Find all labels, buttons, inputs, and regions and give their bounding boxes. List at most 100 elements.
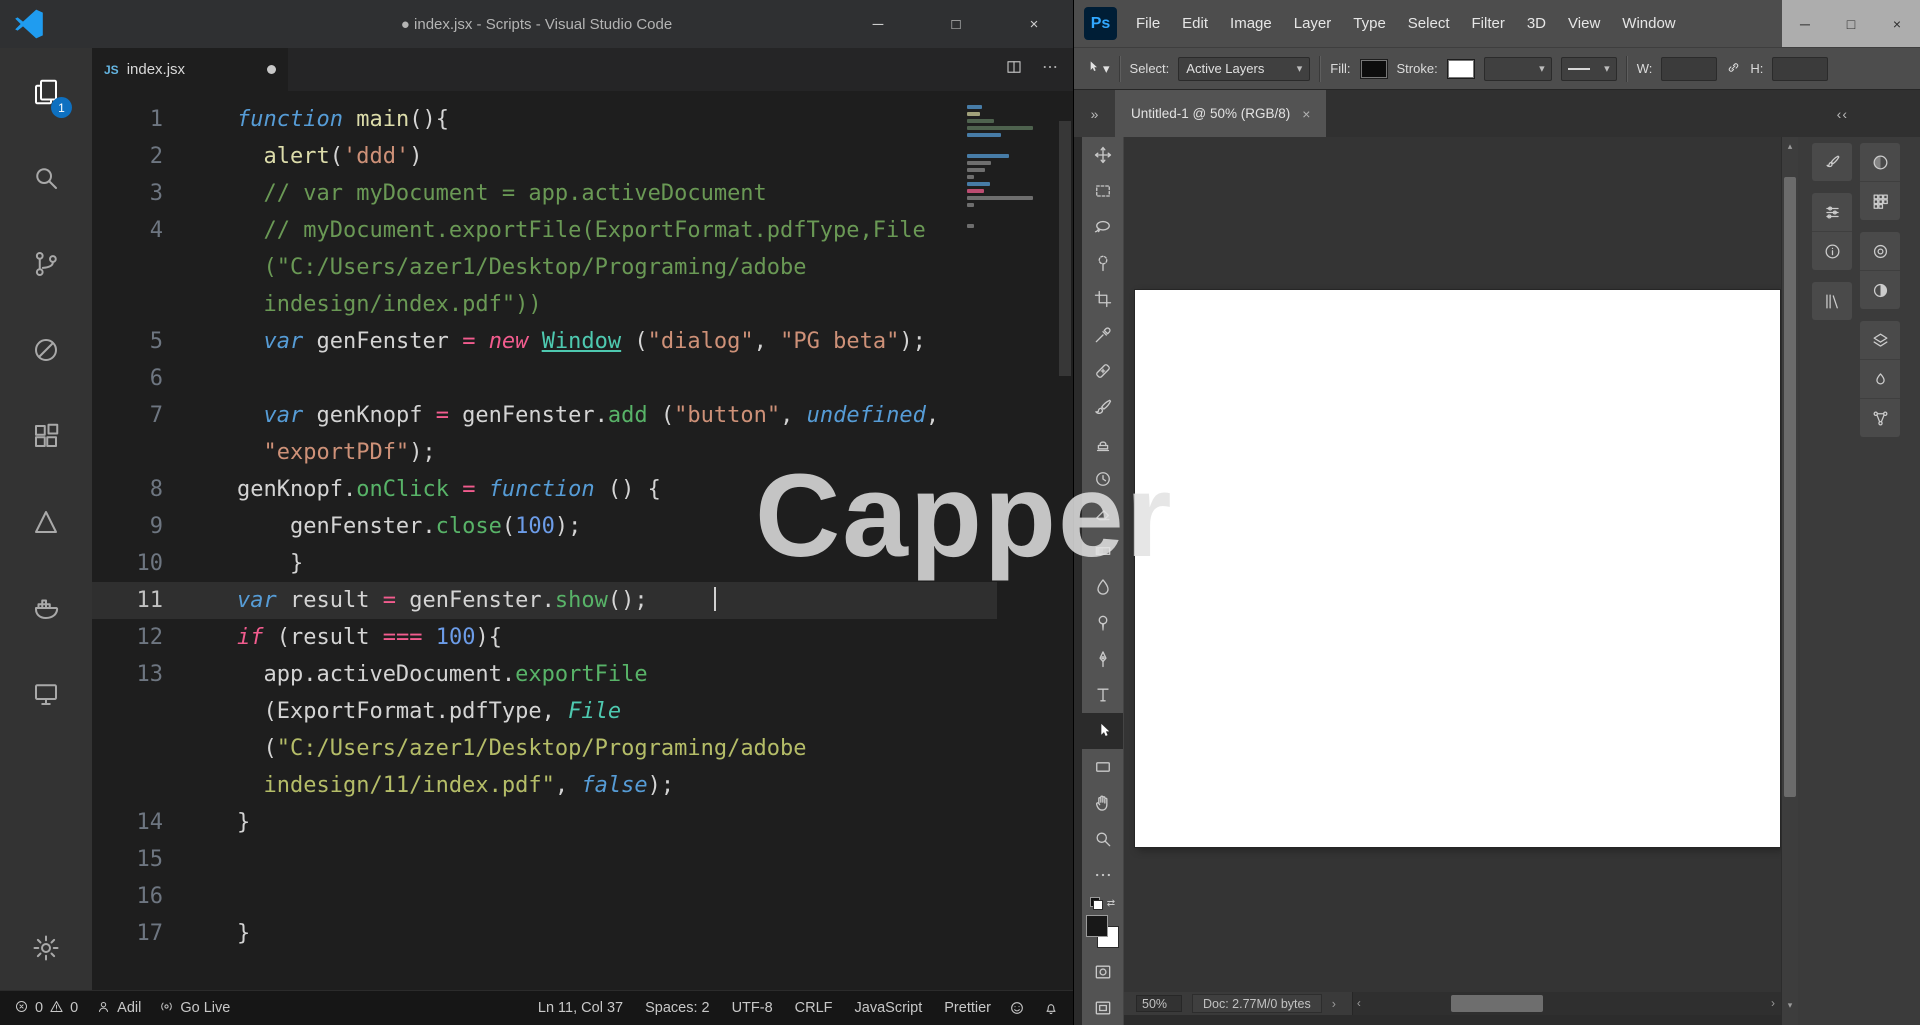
scroll-down-icon[interactable]: ▾ — [1782, 1000, 1798, 1011]
zoom-level-field[interactable]: 50% — [1136, 995, 1182, 1012]
code-line-14[interactable]: 14} — [92, 804, 997, 841]
status-javascript[interactable]: JavaScript — [855, 1000, 923, 1016]
panel-color-icon[interactable] — [1860, 143, 1900, 182]
settings-gear-icon[interactable] — [22, 924, 70, 972]
tool-spot-healing-icon[interactable] — [1082, 353, 1123, 389]
ps-minimize-button[interactable]: ─ — [1782, 0, 1828, 47]
screen-mode-icon[interactable] — [1082, 990, 1123, 1025]
tool-edit-toolbar-icon[interactable] — [1082, 857, 1123, 893]
panel-info-icon[interactable] — [1812, 232, 1852, 270]
tool-type-icon[interactable] — [1082, 677, 1123, 713]
menu-3d[interactable]: 3D — [1516, 15, 1557, 32]
problems-indicator[interactable]: 0 0 — [14, 999, 78, 1018]
activity-search-icon[interactable] — [22, 154, 70, 202]
close-document-icon[interactable]: × — [1302, 106, 1310, 122]
code-line-8[interactable]: 8genKnopf.onClick = function () { — [92, 471, 997, 508]
activity-azure-icon[interactable] — [22, 498, 70, 546]
code-line-6[interactable]: 6 — [92, 360, 997, 397]
activity-remote-explorer-icon[interactable] — [22, 670, 70, 718]
menu-type[interactable]: Type — [1342, 15, 1397, 32]
tool-quick-selection-icon[interactable] — [1082, 245, 1123, 281]
menu-file[interactable]: File — [1125, 15, 1171, 32]
code-line-9[interactable]: 9genFenster.close(100); — [92, 508, 997, 545]
tool-path-selection-icon[interactable] — [1082, 713, 1123, 749]
tool-marquee-icon[interactable] — [1082, 173, 1123, 209]
menu-view[interactable]: View — [1557, 15, 1611, 32]
document-tab[interactable]: Untitled-1 @ 50% (RGB/8) × — [1115, 90, 1326, 137]
tool-clone-stamp-icon[interactable] — [1082, 425, 1123, 461]
code-line-16[interactable]: 16 — [92, 878, 997, 915]
code-line-10[interactable]: 10} — [92, 545, 997, 582]
tool-history-brush-icon[interactable] — [1082, 461, 1123, 497]
notifications-bell-icon[interactable] — [1043, 1000, 1059, 1016]
status-crlf[interactable]: CRLF — [795, 1000, 833, 1016]
menu-image[interactable]: Image — [1219, 15, 1283, 32]
tool-eyedropper-icon[interactable] — [1082, 317, 1123, 353]
panel-paths-icon[interactable] — [1860, 399, 1900, 437]
code-line-5[interactable]: 5var genFenster = new Window ("dialog", … — [92, 323, 997, 360]
activity-docker-icon[interactable] — [22, 584, 70, 632]
canvas-area[interactable]: 50% Doc: 2.77M/0 bytes › ‹ › — [1124, 137, 1781, 1025]
scroll-left-icon[interactable]: ‹ — [1357, 996, 1361, 1010]
tool-dodge-icon[interactable] — [1082, 605, 1123, 641]
code-line-3[interactable]: 3// var myDocument = app.activeDocument — [92, 175, 997, 212]
tool-gradient-icon[interactable] — [1082, 533, 1123, 569]
activity-explorer-icon[interactable]: 1 — [22, 68, 70, 116]
tool-brush-icon[interactable] — [1082, 389, 1123, 425]
menu-layer[interactable]: Layer — [1283, 15, 1343, 32]
fill-color-swatch[interactable] — [1360, 59, 1388, 79]
activity-source-control-icon[interactable] — [22, 240, 70, 288]
tool-hand-icon[interactable] — [1082, 785, 1123, 821]
panel-libraries-icon[interactable] — [1812, 282, 1852, 320]
panel-brush-settings-icon[interactable] — [1812, 143, 1852, 181]
status-utf-8[interactable]: UTF-8 — [732, 1000, 773, 1016]
tool-lasso-icon[interactable] — [1082, 209, 1123, 245]
minimize-button[interactable]: ─ — [839, 0, 917, 48]
menu-select[interactable]: Select — [1397, 15, 1461, 32]
default-colors-icon[interactable] — [1090, 897, 1103, 910]
panel-learn-icon[interactable] — [1860, 232, 1900, 271]
status-prettier[interactable]: Prettier — [944, 1000, 991, 1016]
tool-zoom-icon[interactable] — [1082, 821, 1123, 857]
horizontal-scroll-thumb[interactable] — [1451, 995, 1543, 1012]
select-mode-dropdown[interactable]: Active Layers ▾ — [1178, 57, 1310, 81]
menu-edit[interactable]: Edit — [1171, 15, 1219, 32]
tool-move-icon[interactable] — [1082, 137, 1123, 173]
panel-adjustments-icon[interactable] — [1860, 271, 1900, 309]
tool-pen-icon[interactable] — [1082, 641, 1123, 677]
code-line-17[interactable]: 17} — [92, 915, 997, 952]
code-line-1[interactable]: 1function main(){ — [92, 101, 997, 138]
code-line-15[interactable]: 15 — [92, 841, 997, 878]
go-live-button[interactable]: Go Live — [159, 999, 230, 1018]
ps-close-button[interactable]: × — [1874, 0, 1920, 47]
tool-crop-icon[interactable] — [1082, 281, 1123, 317]
link-dimensions-icon[interactable] — [1726, 60, 1741, 78]
menu-window[interactable]: Window — [1611, 15, 1686, 32]
scroll-up-icon[interactable]: ▴ — [1782, 141, 1798, 152]
code-line-11[interactable]: 11var result = genFenster.show(); — [92, 582, 997, 619]
width-input[interactable] — [1661, 57, 1717, 81]
code-editor[interactable]: 1function main(){2alert('ddd')3// var my… — [92, 91, 1073, 990]
stroke-width-dropdown[interactable]: ▾ — [1484, 57, 1552, 81]
tab-index-jsx[interactable]: JS index.jsx — [92, 48, 288, 91]
panel-swatches-icon[interactable] — [1860, 182, 1900, 220]
expand-toolbar-icon[interactable]: » — [1074, 90, 1115, 137]
document-canvas[interactable] — [1135, 290, 1780, 847]
stroke-style-dropdown[interactable]: ▾ — [1561, 57, 1617, 81]
quick-mask-icon[interactable] — [1082, 954, 1123, 990]
modified-dot-icon[interactable] — [267, 65, 276, 74]
activity-extensions-icon[interactable] — [22, 412, 70, 460]
status-ln[interactable]: Ln 11, Col 37 — [538, 1000, 623, 1016]
code-line-7[interactable]: 7var genKnopf = genFenster.add ("button"… — [92, 397, 997, 471]
scroll-right-icon[interactable]: › — [1771, 996, 1775, 1010]
panel-styles-icon[interactable] — [1860, 360, 1900, 399]
code-line-13[interactable]: 13app.activeDocument.exportFile (ExportF… — [92, 656, 997, 804]
horizontal-scrollbar[interactable]: ‹ › — [1352, 992, 1781, 1015]
vertical-scrollbar[interactable]: ▴ ▾ — [1781, 137, 1798, 1025]
vscode-titlebar[interactable]: ● index.jsx - Scripts - Visual Studio Co… — [0, 0, 1073, 48]
tool-blur-icon[interactable] — [1082, 569, 1123, 605]
feedback-smiley-icon[interactable] — [1009, 1000, 1025, 1016]
foreground-color-swatch[interactable] — [1086, 915, 1108, 937]
status-spaces[interactable]: Spaces: 2 — [645, 1000, 710, 1016]
activity-run-debug-icon[interactable] — [22, 326, 70, 374]
